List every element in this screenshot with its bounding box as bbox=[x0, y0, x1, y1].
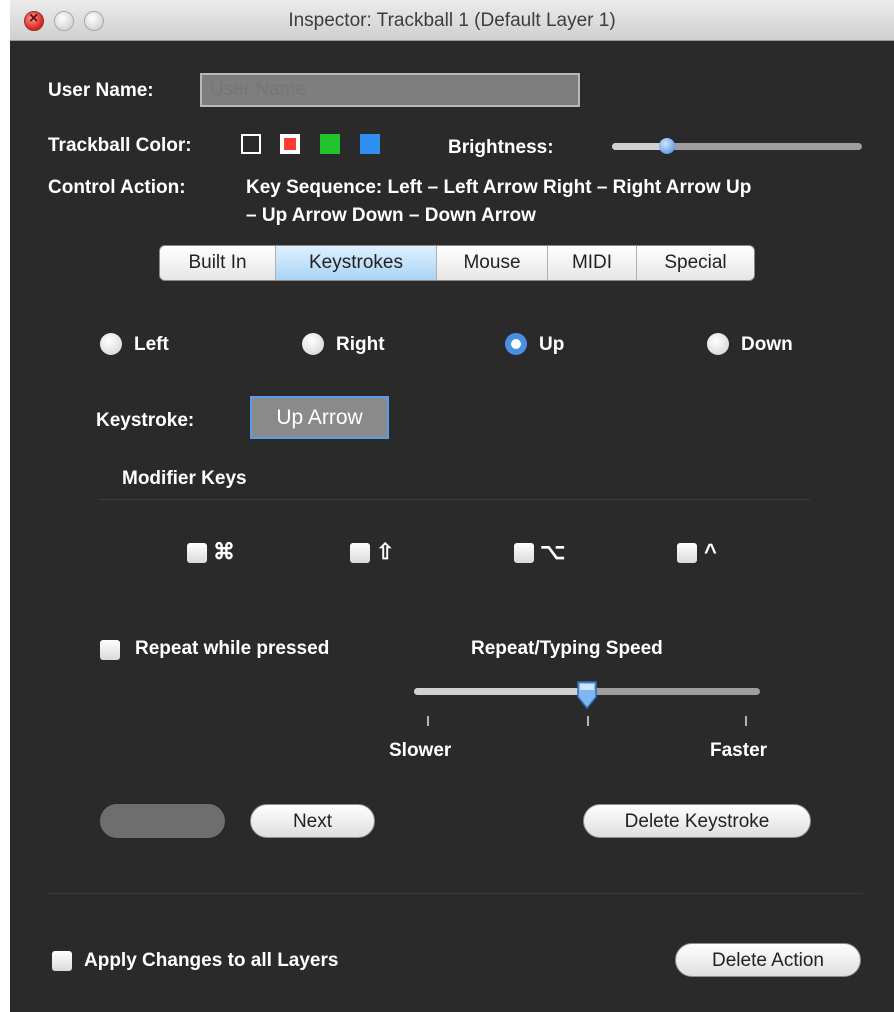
window-title: Inspector: Trackball 1 (Default Layer 1) bbox=[288, 10, 616, 31]
tab-midi[interactable]: MIDI bbox=[548, 246, 637, 280]
radio-right[interactable] bbox=[302, 333, 324, 355]
typing-speed-label: Repeat/Typing Speed bbox=[471, 638, 663, 659]
apply-all-layers-checkbox[interactable] bbox=[52, 951, 72, 971]
keystroke-label: Keystroke: bbox=[96, 410, 195, 431]
radio-down[interactable] bbox=[707, 333, 729, 355]
tab-special[interactable]: Special bbox=[637, 246, 754, 280]
speed-tick-max bbox=[745, 716, 747, 726]
tab-keystrokes[interactable]: Keystrokes bbox=[276, 246, 437, 280]
radio-left-label: Left bbox=[134, 334, 169, 355]
color-swatch-none[interactable] bbox=[241, 134, 261, 154]
option-icon: ⌥ bbox=[540, 539, 566, 564]
speed-tick-min bbox=[427, 716, 429, 726]
keystroke-field[interactable]: Up Arrow bbox=[250, 396, 389, 439]
apply-all-layers-label: Apply Changes to all Layers bbox=[84, 950, 339, 971]
modifier-divider bbox=[98, 499, 810, 500]
typing-speed-max-label: Faster bbox=[710, 740, 768, 761]
radio-right-label: Right bbox=[336, 334, 385, 355]
color-swatch-green[interactable] bbox=[320, 134, 340, 154]
delete-keystroke-button[interactable]: Delete Keystroke bbox=[583, 804, 811, 838]
next-button[interactable]: Next bbox=[250, 804, 375, 838]
modifier-command-checkbox[interactable] bbox=[187, 543, 207, 563]
repeat-while-pressed-checkbox[interactable] bbox=[100, 640, 120, 660]
typing-speed-min-label: Slower bbox=[389, 740, 452, 761]
shift-icon: ⇧ bbox=[376, 539, 395, 564]
previous-button[interactable]: Previous bbox=[100, 804, 225, 838]
inspector-window: Inspector: Trackball 1 (Default Layer 1)… bbox=[10, 0, 894, 1012]
typing-speed-slider-knob[interactable] bbox=[576, 680, 598, 710]
modifier-option-checkbox[interactable] bbox=[514, 543, 534, 563]
speed-tick-mid bbox=[587, 716, 589, 726]
repeat-while-pressed-label: Repeat while pressed bbox=[135, 638, 330, 659]
radio-up-label: Up bbox=[539, 334, 565, 355]
control-action-summary-line1: Key Sequence: Left – Left Arrow Right – … bbox=[246, 177, 752, 198]
title-bar: Inspector: Trackball 1 (Default Layer 1) bbox=[10, 0, 894, 41]
control-action-label: Control Action: bbox=[48, 177, 186, 198]
radio-up[interactable] bbox=[505, 333, 527, 355]
typing-speed-slider-fill bbox=[414, 688, 587, 695]
action-type-tabs: Built In Keystrokes Mouse MIDI Special bbox=[159, 245, 755, 281]
user-name-label: User Name: bbox=[48, 80, 154, 101]
control-icon: ^ bbox=[704, 539, 717, 564]
radio-down-label: Down bbox=[741, 334, 793, 355]
color-swatch-blue[interactable] bbox=[360, 134, 380, 154]
brightness-label: Brightness: bbox=[448, 137, 554, 158]
command-icon: ⌘ bbox=[213, 539, 235, 564]
radio-left[interactable] bbox=[100, 333, 122, 355]
tab-built-in[interactable]: Built In bbox=[160, 246, 276, 280]
modifier-shift-checkbox[interactable] bbox=[350, 543, 370, 563]
bottom-divider bbox=[48, 893, 863, 894]
trackball-color-label: Trackball Color: bbox=[48, 135, 192, 156]
user-name-input[interactable] bbox=[200, 73, 580, 107]
control-action-summary-line2: – Up Arrow Down – Down Arrow bbox=[246, 205, 536, 226]
color-swatch-red[interactable] bbox=[280, 134, 300, 154]
tab-mouse[interactable]: Mouse bbox=[437, 246, 548, 280]
brightness-slider[interactable] bbox=[612, 138, 862, 154]
delete-action-button[interactable]: Delete Action bbox=[675, 943, 861, 977]
brightness-slider-knob[interactable] bbox=[659, 138, 675, 154]
modifier-keys-label: Modifier Keys bbox=[122, 468, 247, 489]
modifier-control-checkbox[interactable] bbox=[677, 543, 697, 563]
